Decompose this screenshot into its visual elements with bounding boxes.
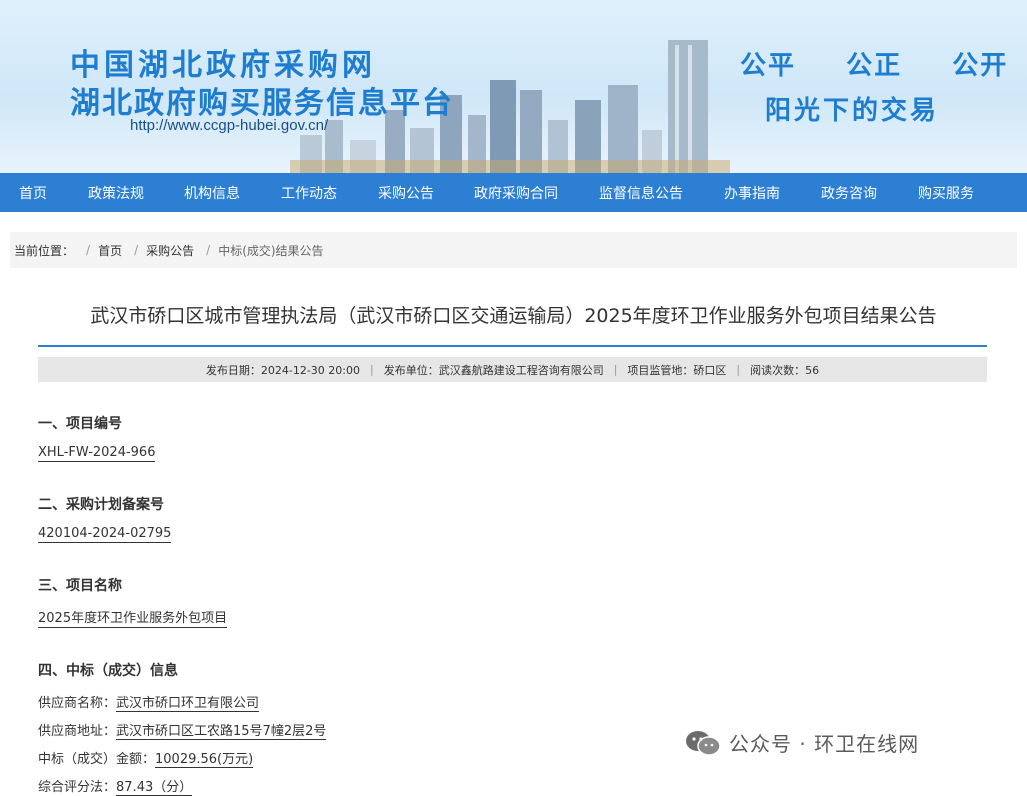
site-url: http://www.ccgp-hubei.gov.cn/ <box>130 117 329 134</box>
breadcrumb: 当前位置： / 首页 / 采购公告 / 中标(成交)结果公告 <box>10 232 1017 268</box>
slogan-line2: 阳光下的交易 <box>765 96 940 126</box>
nav-item-contracts[interactable]: 政府采购合同 <box>474 183 558 203</box>
nav-item-agencies[interactable]: 机构信息 <box>184 183 240 203</box>
meta-separator: | <box>369 363 374 376</box>
article-meta: 发布日期：2024-12-30 20:00 | 发布单位：武汉鑫航路建设工程咨询… <box>38 357 987 382</box>
project-name-value: 2025年度环卫作业服务外包项目 <box>38 607 228 628</box>
site-title-line2: 湖北政府购买服务信息平台 <box>70 86 454 121</box>
nav-item-purchase-services[interactable]: 购买服务 <box>918 183 974 203</box>
plan-number-value: 420104-2024-02795 <box>38 526 172 543</box>
nav-item-policy[interactable]: 政策法规 <box>88 183 144 203</box>
project-number-value: XHL-FW-2024-966 <box>38 445 156 462</box>
article-title: 武汉市硚口区城市管理执法局（武汉市硚口区交通运输局）2025年度环卫作业服务外包… <box>90 305 937 327</box>
score-label: 综合评分法： <box>38 780 117 795</box>
nav-item-procurement-notices[interactable]: 采购公告 <box>378 183 434 203</box>
section-heading-project-name: 三、项目名称 <box>38 578 122 594</box>
section-heading-award-info: 四、中标（成交）信息 <box>38 663 178 679</box>
breadcrumb-separator: / <box>134 243 139 257</box>
wechat-icon <box>686 730 721 756</box>
nav-item-work-news[interactable]: 工作动态 <box>281 183 337 203</box>
breadcrumb-home[interactable]: 首页 <box>98 242 122 259</box>
breadcrumb-separator: / <box>206 243 211 257</box>
section-heading-plan-number: 二、采购计划备案号 <box>38 497 164 513</box>
breadcrumb-procurement-notices[interactable]: 采购公告 <box>146 242 194 259</box>
meta-separator: | <box>613 363 618 376</box>
site-banner: 中国湖北政府采购网 湖北政府购买服务信息平台 http://www.ccgp-h… <box>0 0 1027 173</box>
supplier-name-value: 武汉市硚口环卫有限公司 <box>116 696 260 712</box>
award-row: 综合评分法：87.43（分） <box>38 776 1027 796</box>
breadcrumb-label: 当前位置： <box>14 243 75 258</box>
nav-item-consulting[interactable]: 政务咨询 <box>821 183 877 203</box>
award-amount-label: 中标（成交）金额： <box>38 752 156 767</box>
nav-item-guide[interactable]: 办事指南 <box>724 183 780 203</box>
view-count: 阅读次数：56 <box>750 363 820 377</box>
nav-item-supervision[interactable]: 监督信息公告 <box>599 183 683 203</box>
publish-date: 发布日期：2024-12-30 20:00 <box>205 363 360 377</box>
watermark-text: 公众号 · 环卫在线网 <box>729 732 920 756</box>
project-region: 项目监管地：硚口区 <box>627 363 727 377</box>
award-row: 供应商名称：武汉市硚口环卫有限公司 <box>38 692 1027 712</box>
title-divider <box>38 345 987 347</box>
section-heading-project-number: 一、项目编号 <box>38 416 122 432</box>
slogan-line1: 公平 公正 公开 <box>740 51 1009 81</box>
supplier-name-label: 供应商名称： <box>38 696 117 711</box>
publisher: 发布单位：武汉鑫航路建设工程咨询有限公司 <box>383 363 604 377</box>
main-nav: 首页 政策法规 机构信息 工作动态 采购公告 政府采购合同 监督信息公告 办事指… <box>0 173 1027 212</box>
wechat-watermark: 公众号 · 环卫在线网 <box>685 728 919 757</box>
breadcrumb-separator: / <box>86 243 91 257</box>
nav-item-home[interactable]: 首页 <box>19 183 47 203</box>
award-amount-value: 10029.56(万元) <box>155 752 254 768</box>
meta-separator: | <box>736 363 741 376</box>
supplier-address-value: 武汉市硚口区工农路15号7幢2层2号 <box>116 724 327 740</box>
score-value: 87.43（分） <box>116 780 193 796</box>
supplier-address-label: 供应商地址： <box>38 724 117 739</box>
breadcrumb-current[interactable]: 中标(成交)结果公告 <box>218 242 323 259</box>
